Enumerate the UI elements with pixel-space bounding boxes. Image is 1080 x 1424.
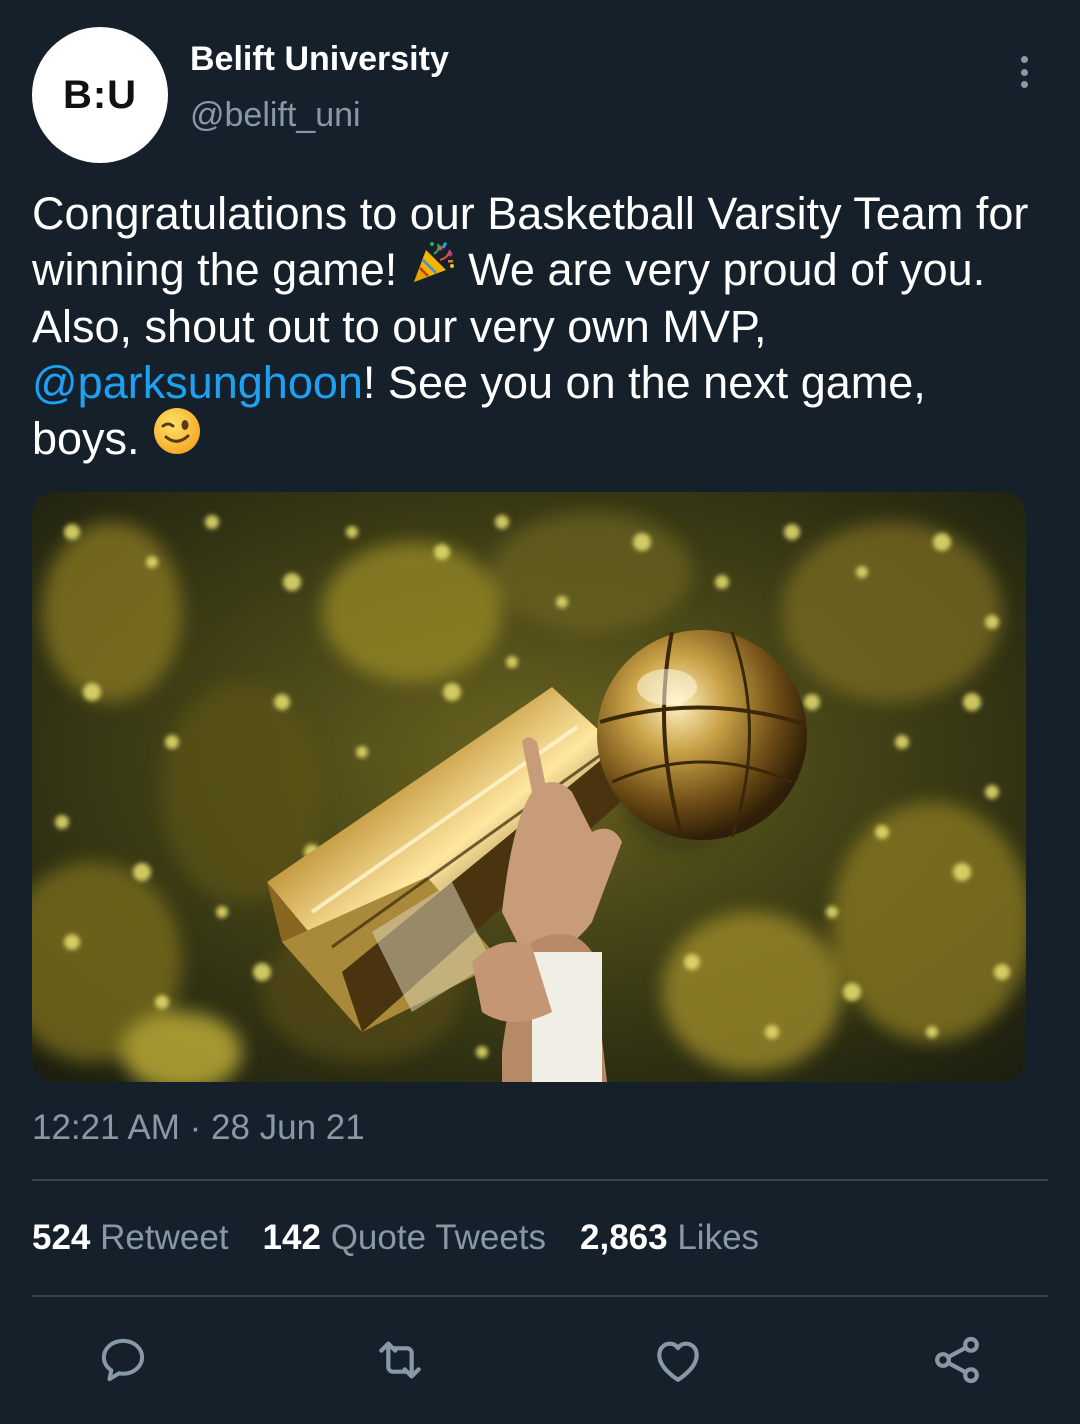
quote-tweets-count: 142	[262, 1218, 321, 1257]
likes-stat[interactable]: 2,863 Likes	[580, 1218, 759, 1258]
avatar[interactable]: B:U	[32, 27, 168, 163]
engagement-stats: 524 Retweet 142 Quote Tweets 2,863 Likes	[32, 1218, 759, 1258]
user-handle[interactable]: @belift_uni	[190, 96, 361, 135]
like-icon[interactable]	[648, 1330, 708, 1390]
more-options-icon[interactable]	[1004, 50, 1044, 94]
quote-tweets-label: Quote Tweets	[330, 1218, 547, 1257]
mention-link[interactable]: @parksunghoon	[32, 357, 363, 408]
divider	[32, 1295, 1048, 1297]
likes-count: 2,863	[580, 1218, 668, 1257]
retweet-icon[interactable]	[370, 1330, 430, 1390]
display-name[interactable]: Belift University	[190, 40, 449, 79]
party-popper-icon	[410, 240, 456, 299]
likes-label: Likes	[677, 1218, 760, 1257]
divider	[32, 1179, 1048, 1181]
tweet-image[interactable]	[32, 492, 1026, 1082]
winking-face-icon	[152, 406, 202, 469]
retweet-count: 524	[32, 1218, 91, 1257]
share-icon[interactable]	[927, 1330, 987, 1390]
retweet-stat[interactable]: 524 Retweet	[32, 1218, 229, 1258]
tweet-timestamp[interactable]: 12:21 AM · 28 Jun 21	[32, 1108, 365, 1148]
tweet-text: Congratulations to our Basketball Varsit…	[32, 186, 1042, 469]
trophy-photo	[32, 492, 1026, 1082]
avatar-logo-text: B:U	[62, 72, 138, 117]
quote-tweets-stat[interactable]: 142 Quote Tweets	[263, 1218, 546, 1258]
retweet-label: Retweet	[100, 1218, 229, 1257]
reply-icon[interactable]	[93, 1330, 153, 1390]
